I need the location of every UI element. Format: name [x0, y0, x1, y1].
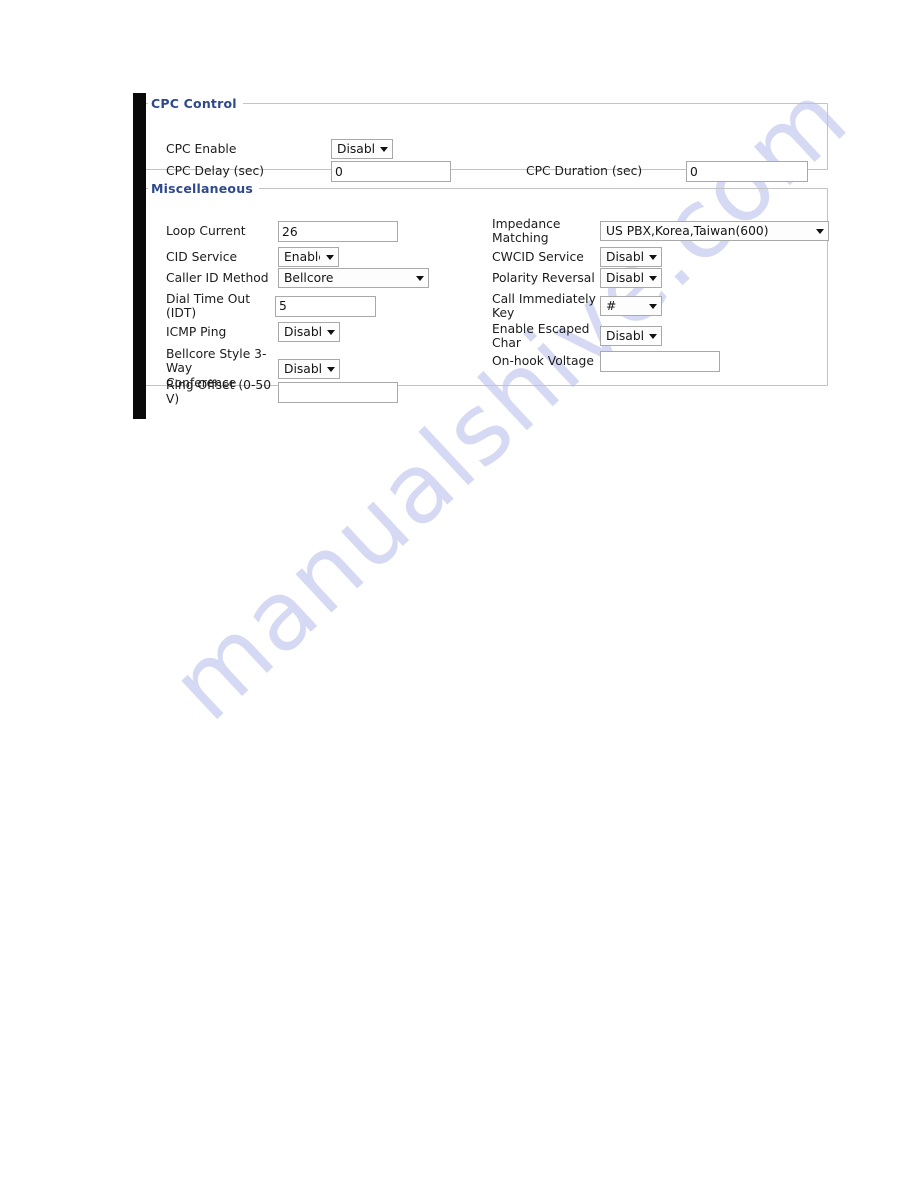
- loop-current-input[interactable]: [278, 221, 398, 242]
- call-immediately-key-value: #: [606, 299, 617, 314]
- miscellaneous-group: Miscellaneous Loop Current CID Service E…: [138, 181, 829, 406]
- field-cid-service: CID Service Enable: [166, 247, 339, 267]
- chevron-down-icon: [649, 303, 658, 310]
- icmp-ping-label: ICMP Ping: [166, 324, 227, 339]
- chevron-down-icon: [327, 366, 336, 372]
- cpc-delay-input[interactable]: [331, 161, 451, 182]
- field-loop-current: Loop Current: [166, 221, 398, 242]
- field-cpc-duration: CPC Duration (sec): [526, 161, 808, 182]
- onhook-voltage-label: On-hook Voltage: [492, 354, 594, 369]
- caller-id-method-value: Bellcore: [284, 271, 334, 285]
- field-icmp-ping: ICMP Ping Disable: [166, 322, 340, 342]
- enable-escaped-char-select[interactable]: Disable: [600, 326, 662, 347]
- cpc-duration-input[interactable]: [686, 161, 808, 182]
- cpc-enable-value: Disable: [337, 142, 374, 156]
- chevron-down-icon: [380, 146, 389, 152]
- bellcore-3way-value: Disable: [284, 361, 321, 376]
- caller-id-method-select[interactable]: Bellcore: [278, 268, 429, 288]
- icmp-ping-select[interactable]: Disable: [278, 322, 340, 342]
- impedance-matching-value: US PBX,Korea,Taiwan(600): [606, 224, 769, 239]
- field-caller-id-method: Caller ID Method Bellcore: [166, 268, 429, 288]
- cid-service-label: CID Service: [166, 249, 238, 264]
- field-onhook-voltage: On-hook Voltage: [492, 351, 720, 372]
- chevron-down-icon: [326, 254, 335, 260]
- cwcid-service-select[interactable]: Disable: [600, 247, 662, 267]
- settings-panel: CPC Control CPC Enable Disable CPC Delay…: [138, 96, 829, 406]
- cpc-enable-label: CPC Enable: [166, 141, 237, 156]
- field-enable-escaped-char: Enable Escaped Char Disable: [492, 322, 662, 351]
- cpc-control-group: CPC Control CPC Enable Disable CPC Delay…: [138, 96, 828, 182]
- dial-time-out-input[interactable]: [275, 295, 376, 317]
- field-cwcid-service: CWCID Service Disable: [492, 247, 662, 267]
- icmp-ping-value: Disable: [284, 325, 321, 339]
- field-polarity-reversal: Polarity Reversal Disable: [492, 268, 662, 288]
- cpc-control-legend: CPC Control: [148, 96, 243, 111]
- call-immediately-key-label: Call Immediately Key: [492, 292, 596, 321]
- cpc-duration-label: CPC Duration (sec): [526, 164, 643, 179]
- ring-offset-label: Ring Offset (0-50 V): [166, 378, 272, 407]
- impedance-matching-label: Impedance Matching: [492, 217, 561, 246]
- field-call-immediately-key: Call Immediately Key #: [492, 292, 662, 321]
- field-cpc-delay: CPC Delay (sec): [166, 161, 451, 182]
- field-cpc-enable: CPC Enable Disable: [166, 139, 393, 159]
- polarity-reversal-label: Polarity Reversal: [492, 270, 595, 285]
- loop-current-label: Loop Current: [166, 224, 246, 239]
- enable-escaped-char-value: Disable: [606, 329, 643, 344]
- chevron-down-icon: [416, 275, 425, 281]
- chevron-down-icon: [649, 333, 658, 340]
- dial-time-out-label: Dial Time Out (IDT): [166, 292, 251, 321]
- cid-service-value: Enable: [284, 250, 320, 264]
- onhook-voltage-input[interactable]: [600, 351, 720, 372]
- chevron-down-icon: [816, 228, 825, 235]
- chevron-down-icon: [327, 329, 336, 335]
- polarity-reversal-select[interactable]: Disable: [600, 268, 662, 288]
- cpc-delay-label: CPC Delay (sec): [166, 164, 264, 179]
- impedance-matching-select[interactable]: US PBX,Korea,Taiwan(600): [600, 221, 829, 242]
- call-immediately-key-select[interactable]: #: [600, 296, 662, 317]
- bellcore-3way-select[interactable]: Disable: [278, 358, 340, 379]
- chevron-down-icon: [649, 275, 658, 281]
- field-ring-offset: Ring Offset (0-50 V): [166, 378, 398, 407]
- chevron-down-icon: [649, 254, 658, 260]
- field-impedance-matching: Impedance Matching US PBX,Korea,Taiwan(6…: [492, 217, 829, 246]
- cpc-enable-select[interactable]: Disable: [331, 139, 393, 159]
- cid-service-select[interactable]: Enable: [278, 247, 339, 267]
- cwcid-service-value: Disable: [606, 250, 643, 264]
- cwcid-service-label: CWCID Service: [492, 249, 584, 264]
- miscellaneous-legend: Miscellaneous: [148, 181, 259, 196]
- field-dial-time-out: Dial Time Out (IDT): [166, 292, 376, 321]
- polarity-reversal-value: Disable: [606, 271, 643, 285]
- ring-offset-input[interactable]: [278, 381, 398, 403]
- caller-id-method-label: Caller ID Method: [166, 270, 269, 285]
- scan-edge-artifact: [133, 93, 146, 419]
- enable-escaped-char-label: Enable Escaped Char: [492, 322, 590, 351]
